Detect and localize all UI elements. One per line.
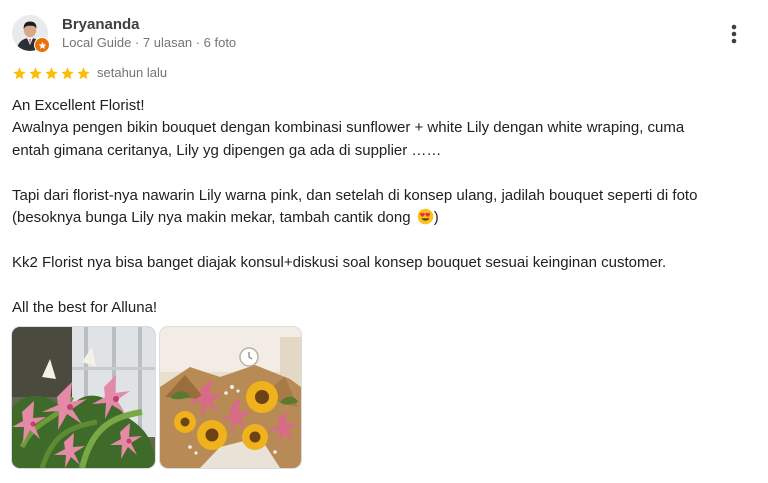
author-name[interactable]: Bryananda bbox=[62, 16, 140, 33]
review-line: Kk2 Florist nya bisa banget diajak konsu… bbox=[12, 253, 667, 271]
review-line: All the best for Alluna! bbox=[12, 298, 158, 316]
review-line: Awalnya pengen bikin bouquet dengan komb… bbox=[12, 119, 685, 137]
more-vert-icon bbox=[731, 24, 737, 44]
star-icon bbox=[77, 66, 90, 79]
star-icon bbox=[45, 66, 58, 79]
heart-eyes-emoji-icon bbox=[417, 208, 434, 225]
review-line: An Excellent Florist! bbox=[12, 97, 145, 114]
review-line: Tapi dari florist-nya nawarin Lily warna… bbox=[12, 186, 698, 204]
avatar[interactable] bbox=[12, 15, 50, 53]
review-card: Bryananda Local Guide · 7 ulasan · 6 fot… bbox=[0, 0, 768, 483]
review-line: entah gimana ceritanya, Lily yg dipengen… bbox=[12, 141, 442, 159]
more-options-button[interactable] bbox=[722, 21, 746, 47]
review-text: An Excellent Florist! Awalnya pengen bik… bbox=[12, 95, 762, 319]
review-photo-pink-lily-bouquet[interactable] bbox=[12, 327, 155, 468]
star-icon bbox=[61, 66, 74, 79]
local-guide-star-icon bbox=[34, 37, 50, 53]
pink-lily-bouquet-photo bbox=[12, 327, 155, 468]
review-line: (besoknya bunga Lily nya makin mekar, ta… bbox=[12, 207, 762, 229]
author-meta: Local Guide · 7 ulasan · 6 foto bbox=[62, 35, 237, 50]
sunflower-lily-bouquet-photo bbox=[160, 327, 301, 468]
review-time: setahun lalu bbox=[97, 65, 168, 80]
star-rating bbox=[12, 65, 91, 81]
review-photo-sunflower-lily-bouquet[interactable] bbox=[160, 327, 301, 468]
review-line-text: ) bbox=[433, 209, 439, 227]
star-icon bbox=[29, 66, 42, 79]
star-icon bbox=[13, 66, 26, 79]
review-line-text: (besoknya bunga Lily nya makin mekar, ta… bbox=[12, 209, 411, 227]
